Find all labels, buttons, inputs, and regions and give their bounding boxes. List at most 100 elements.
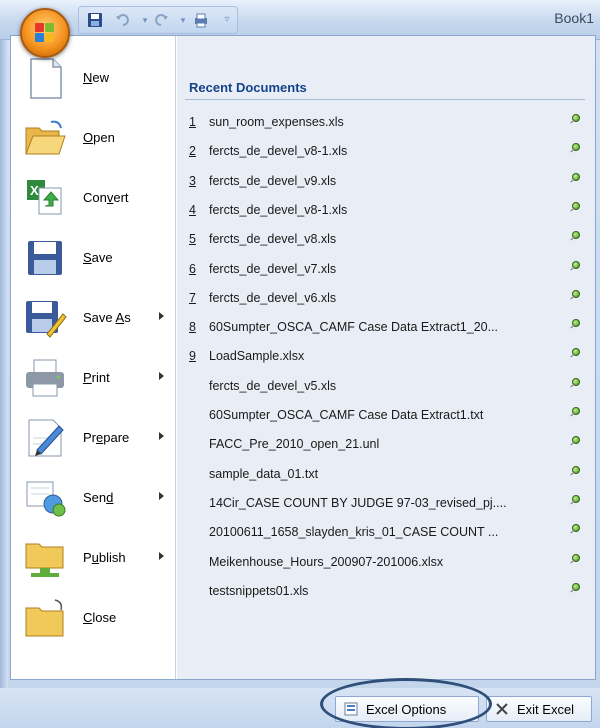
- submenu-arrow-icon: [159, 432, 164, 440]
- menu-item-send[interactable]: Send: [11, 468, 176, 528]
- menu-item-print[interactable]: Print: [11, 348, 176, 408]
- pin-icon[interactable]: [569, 524, 581, 536]
- convert-icon: X: [23, 176, 67, 220]
- recent-document-item[interactable]: 8 60Sumpter_OSCA_CAMF Case Data Extract1_…: [187, 313, 587, 342]
- pin-icon[interactable]: [569, 260, 581, 273]
- recent-document-item[interactable]: 6 fercts_de_devel_v7.xls: [187, 255, 587, 284]
- recent-document-name: sample_data_01.txt: [209, 466, 319, 481]
- menu-item-label: Save: [83, 250, 113, 265]
- recent-document-name: fercts_de_devel_v6.xls: [209, 290, 337, 305]
- office-button[interactable]: [20, 8, 70, 58]
- save-disk-icon: [23, 236, 67, 280]
- recent-document-name: 14Cir_CASE COUNT BY JUDGE 97-03_revised_…: [209, 495, 507, 510]
- menu-item-label: Publish: [83, 550, 126, 565]
- pin-icon[interactable]: [569, 289, 581, 302]
- submenu-arrow-icon: [159, 372, 164, 380]
- window-title: Book1: [554, 10, 594, 26]
- recent-document-item[interactable]: 2 fercts_de_devel_v8-1.xls: [187, 137, 587, 166]
- recent-document-item[interactable]: 60Sumpter_OSCA_CAMF Case Data Extract1.t…: [187, 401, 587, 430]
- recent-document-item[interactable]: 4 fercts_de_devel_v8-1.xls: [187, 196, 587, 225]
- submenu-arrow-icon: [159, 312, 164, 320]
- menu-item-save[interactable]: Save: [11, 228, 176, 288]
- print-preview-icon[interactable]: [193, 12, 209, 28]
- recent-document-name: fercts_de_devel_v8.xls: [209, 232, 337, 247]
- customize-qat-icon[interactable]: ▿: [219, 12, 235, 28]
- menu-item-label: Save As: [83, 310, 131, 325]
- pin-icon[interactable]: [569, 143, 581, 155]
- redo-icon[interactable]: [153, 12, 169, 28]
- open-folder-icon: [23, 116, 67, 160]
- recent-document-item[interactable]: Meikenhouse_Hours_200907-201006.xlsx: [187, 548, 587, 577]
- menu-footer: Excel Options Exit Excel: [0, 688, 600, 728]
- recent-document-item[interactable]: sample_data_01.txt: [187, 460, 587, 489]
- save-as-icon: [23, 296, 67, 340]
- save-icon[interactable]: [87, 12, 103, 28]
- office-logo-icon: [35, 23, 55, 43]
- recent-document-item[interactable]: 3 fercts_de_devel_v9.xls: [187, 167, 587, 196]
- recent-document-name: fercts_de_devel_v5.xls: [209, 378, 337, 393]
- pin-icon[interactable]: [569, 465, 581, 478]
- exit-excel-button[interactable]: Exit Excel: [486, 696, 592, 722]
- pin-icon[interactable]: [569, 172, 581, 185]
- office-menu-panel: New Open X Convert Save Save As Print Pr…: [10, 35, 596, 680]
- pin-icon[interactable]: [569, 582, 581, 595]
- window-edge: [0, 40, 8, 728]
- recent-documents-title: Recent Documents: [189, 80, 307, 95]
- pin-icon[interactable]: [569, 348, 581, 360]
- prepare-pen-icon: [23, 416, 67, 460]
- recent-document-number: 8: [189, 320, 196, 335]
- new-document-icon: [23, 56, 67, 100]
- chevron-down-icon[interactable]: ▾: [137, 12, 153, 28]
- recent-document-item[interactable]: fercts_de_devel_v5.xls: [187, 372, 587, 401]
- undo-icon[interactable]: [115, 12, 131, 28]
- svg-text:X: X: [30, 183, 39, 198]
- pin-icon[interactable]: [569, 494, 581, 507]
- recent-document-name: fercts_de_devel_v9.xls: [209, 173, 337, 188]
- recent-document-item[interactable]: 5 fercts_de_devel_v8.xls: [187, 225, 587, 254]
- recent-documents-pane: Recent Documents 1 sun_room_expenses.xls 2…: [177, 36, 595, 679]
- menu-item-convert[interactable]: X Convert: [11, 168, 176, 228]
- recent-document-item[interactable]: 7 fercts_de_devel_v6.xls: [187, 284, 587, 313]
- divider: [185, 99, 585, 100]
- exit-excel-label: Exit Excel: [517, 702, 575, 717]
- pin-icon[interactable]: [569, 231, 581, 243]
- menu-item-new[interactable]: New: [11, 48, 176, 108]
- close-folder-icon: [23, 596, 67, 640]
- send-icon: [23, 476, 67, 520]
- recent-document-name: 60Sumpter_OSCA_CAMF Case Data Extract1.t…: [209, 408, 484, 422]
- excel-options-button[interactable]: Excel Options: [335, 696, 479, 722]
- menu-commands: New Open X Convert Save Save As Print Pr…: [11, 36, 176, 679]
- recent-document-item[interactable]: 9 LoadSample.xlsx: [187, 342, 587, 371]
- recent-document-item[interactable]: FACC_Pre_2010_open_21.unl: [187, 430, 587, 459]
- recent-document-item[interactable]: 1 sun_room_expenses.xls: [187, 108, 587, 137]
- title-bar: ▾ ▾ ▿ Book1: [0, 0, 600, 40]
- recent-document-name: fercts_de_devel_v8-1.xls: [209, 144, 348, 159]
- close-icon: [495, 702, 509, 716]
- chevron-down-icon[interactable]: ▾: [175, 12, 191, 28]
- menu-item-publish[interactable]: Publish: [11, 528, 176, 588]
- recent-document-number: 6: [189, 261, 196, 276]
- menu-item-save-as[interactable]: Save As: [11, 288, 176, 348]
- menu-item-prepare[interactable]: Prepare: [11, 408, 176, 468]
- recent-document-number: 5: [189, 232, 196, 247]
- recent-document-name: 60Sumpter_OSCA_CAMF Case Data Extract1_2…: [209, 320, 499, 335]
- pin-icon[interactable]: [569, 377, 581, 390]
- excel-options-label: Excel Options: [366, 702, 447, 717]
- pin-icon[interactable]: [569, 114, 581, 126]
- pin-icon[interactable]: [569, 436, 581, 448]
- recent-document-number: 2: [189, 144, 196, 159]
- pin-icon[interactable]: [569, 553, 581, 566]
- options-icon: [344, 702, 358, 716]
- recent-document-item[interactable]: testsnippets01.xls: [187, 577, 587, 606]
- recent-document-item[interactable]: 14Cir_CASE COUNT BY JUDGE 97-03_revised_…: [187, 489, 587, 518]
- menu-item-label: Send: [83, 490, 114, 505]
- pin-icon[interactable]: [569, 201, 581, 214]
- menu-item-label: New: [83, 70, 110, 85]
- pin-icon[interactable]: [569, 407, 581, 419]
- recent-document-name: Meikenhouse_Hours_200907-201006.xlsx: [209, 554, 444, 569]
- menu-item-close[interactable]: Close: [11, 588, 176, 648]
- recent-document-item[interactable]: 20100611_1658_slayden_kris_01_CASE COUNT…: [187, 518, 587, 547]
- recent-document-number: 1: [189, 115, 196, 129]
- menu-item-open[interactable]: Open: [11, 108, 176, 168]
- pin-icon[interactable]: [569, 319, 581, 331]
